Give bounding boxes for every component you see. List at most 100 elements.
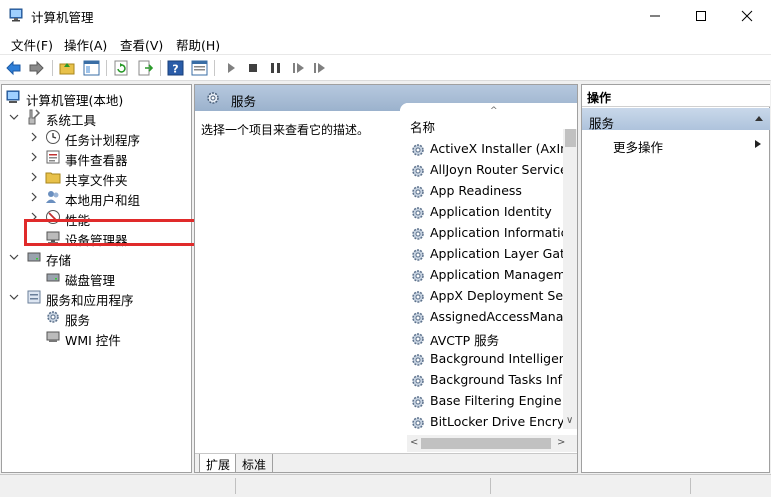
service-row[interactable]: Application Managem (410, 265, 570, 286)
menu-action[interactable]: 操作(A) (64, 35, 107, 54)
tree-item-shared-folders[interactable]: 共享文件夹 (2, 167, 191, 188)
actions-pane: 操作 服务 更多操作 (581, 84, 770, 473)
service-name: Application Managem (430, 267, 566, 282)
tree-item-services-apps[interactable]: 服务和应用程序 (2, 287, 191, 308)
chevron-down-icon[interactable] (9, 112, 19, 122)
service-row[interactable]: AssignedAccessManag (410, 307, 570, 328)
service-row[interactable]: AppX Deployment Ser (410, 286, 570, 307)
view-tabs: 扩展 标准 (195, 453, 577, 472)
scroll-down-icon[interactable]: ∨ (566, 415, 573, 426)
refresh-icon (114, 60, 128, 76)
restart-service-button-2[interactable] (310, 59, 329, 77)
menu-view[interactable]: 查看(V) (120, 35, 163, 54)
tree-item-services[interactable]: 服务 (2, 307, 191, 328)
tree-item-root[interactable]: 计算机管理(本地) (2, 87, 191, 108)
tree-item-local-users[interactable]: 本地用户和组 (2, 187, 191, 208)
actions-title: 操作 (582, 85, 770, 107)
service-name: AVCTP 服务 (430, 333, 500, 348)
service-row[interactable]: AllJoyn Router Service (410, 160, 570, 181)
restart-service-icon (293, 63, 304, 73)
forward-button[interactable] (27, 59, 46, 77)
restart-service-button[interactable] (289, 59, 308, 77)
menu-help[interactable]: 帮助(H) (176, 35, 220, 54)
tab-standard[interactable]: 标准 (235, 454, 274, 472)
scrollbar-thumb[interactable] (565, 129, 576, 147)
chevron-right-icon[interactable] (29, 132, 39, 142)
scroll-right-icon[interactable]: > (557, 437, 565, 448)
service-name: Base Filtering Engine (430, 393, 562, 408)
tab-extended[interactable]: 扩展 (199, 454, 238, 472)
scroll-left-icon[interactable]: < (410, 437, 418, 448)
properties-button[interactable] (190, 59, 209, 77)
tree-label-wmi: WMI 控件 (65, 333, 121, 348)
service-row[interactable]: Background Intelligen (410, 349, 570, 370)
chevron-right-icon[interactable] (29, 212, 39, 222)
tree-item-task-scheduler[interactable]: 任务计划程序 (2, 127, 191, 148)
pause-service-icon (271, 63, 280, 73)
refresh-button[interactable] (112, 59, 131, 77)
more-actions-link[interactable]: 更多操作 (613, 137, 663, 156)
toolbar-separator (214, 60, 215, 76)
close-button[interactable] (724, 0, 770, 31)
vertical-scrollbar[interactable]: ∨ (563, 129, 577, 429)
gear-icon (412, 207, 424, 219)
show-tree-button[interactable] (82, 59, 101, 77)
tree-item-storage[interactable]: 存储 (2, 247, 191, 268)
horizontal-scrollbar[interactable]: < > (407, 435, 577, 452)
maximize-icon (696, 10, 706, 21)
service-row[interactable]: Background Tasks Inf (410, 370, 570, 391)
gear-icon (412, 396, 424, 408)
tree-item-system-tools[interactable]: 系统工具 (2, 107, 191, 128)
maximize-button[interactable] (678, 0, 724, 31)
actions-title-label: 操作 (587, 91, 612, 105)
console-tree: 计算机管理(本地) 系统工具 任务计划程序 事件查看器 共享文件夹 本地用户和组… (1, 84, 192, 473)
properties-icon (191, 60, 208, 76)
chevron-down-icon[interactable] (9, 252, 19, 262)
start-service-icon (228, 63, 235, 73)
status-divider (490, 478, 491, 494)
back-button[interactable] (4, 59, 23, 77)
gear-icon (412, 165, 424, 177)
submenu-arrow-icon[interactable] (754, 139, 762, 149)
chevron-right-icon[interactable] (29, 152, 39, 162)
stop-service-button[interactable] (244, 59, 263, 77)
system-tools-icon (28, 109, 41, 125)
gear-icon (412, 291, 424, 303)
minimize-button[interactable] (632, 0, 678, 31)
gear-icon (412, 312, 424, 324)
help-button[interactable]: ? (166, 59, 185, 77)
service-row[interactable]: Base Filtering Engine (410, 391, 570, 412)
service-row[interactable]: ActiveX Installer (AxIns (410, 139, 570, 160)
performance-icon (46, 210, 60, 224)
collapse-up-icon[interactable] (754, 114, 764, 122)
gear-icon (47, 311, 59, 323)
service-row[interactable]: AVCTP 服务 (410, 328, 570, 349)
service-row[interactable]: BitLocker Drive Encryp (410, 412, 570, 433)
gear-icon (412, 228, 424, 240)
tree-item-device-manager[interactable]: 设备管理器 (2, 227, 191, 248)
scrollbar-thumb[interactable] (421, 438, 551, 449)
service-row[interactable]: App Readiness (410, 181, 570, 202)
chevron-down-icon[interactable] (9, 292, 19, 302)
pause-service-button[interactable] (266, 59, 285, 77)
start-service-button[interactable] (222, 59, 241, 77)
up-button[interactable] (58, 59, 77, 77)
export-list-button[interactable] (136, 59, 155, 77)
chevron-right-icon[interactable] (29, 172, 39, 182)
tree-item-disk-management[interactable]: 磁盘管理 (2, 267, 191, 288)
service-name: ActiveX Installer (AxIns (430, 141, 570, 156)
service-row[interactable]: Application Informatic (410, 223, 570, 244)
tree-item-wmi[interactable]: WMI 控件 (2, 327, 191, 348)
actions-section-services[interactable]: 服务 (582, 108, 770, 131)
column-header-name[interactable]: ^ 名称 (400, 103, 577, 135)
service-row[interactable]: Application Layer Gate (410, 244, 570, 265)
services-header-title: 服务 (231, 94, 257, 109)
forward-icon (29, 60, 44, 76)
up-folder-icon (59, 63, 75, 75)
chevron-right-icon[interactable] (29, 192, 39, 202)
tree-item-performance[interactable]: 性能 (2, 207, 191, 228)
service-row[interactable]: Application Identity (410, 202, 570, 223)
menu-file[interactable]: 文件(F) (11, 35, 53, 54)
tree-item-event-viewer[interactable]: 事件查看器 (2, 147, 191, 168)
show-hide-tree-icon (83, 60, 100, 76)
